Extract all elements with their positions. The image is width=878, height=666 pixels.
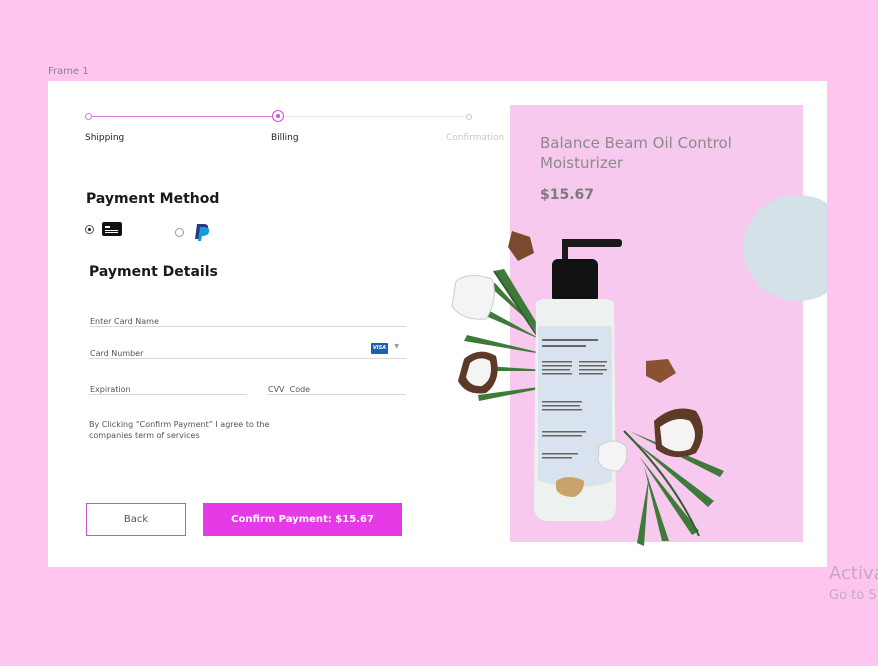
- visa-icon: VISA: [371, 343, 388, 354]
- stepper-track-complete: [88, 116, 278, 117]
- step-label-billing[interactable]: Billing: [271, 133, 299, 143]
- activation-watermark-title: Activa: [829, 563, 878, 584]
- credit-card-icon: [102, 222, 122, 236]
- checkout-card: Shipping Billing Confirmation Payment Me…: [48, 81, 827, 567]
- payment-option-paypal[interactable]: [175, 222, 212, 242]
- expiration-field: [89, 377, 247, 395]
- step-dot-shipping[interactable]: [85, 113, 92, 120]
- card-name-field: [89, 309, 406, 327]
- card-number-input[interactable]: [89, 349, 406, 358]
- activation-watermark-subtitle: Go to S: [829, 588, 877, 603]
- confirm-payment-button[interactable]: Confirm Payment: $15.67: [203, 503, 402, 536]
- paypal-icon: [195, 224, 210, 241]
- product-name: Balance Beam Oil Control Moisturizer: [540, 134, 732, 172]
- cvv-field: [267, 377, 406, 395]
- product-price: $15.67: [540, 187, 595, 203]
- card-number-field: VISA ▼: [89, 341, 406, 359]
- terms-text: By Clicking “Confirm Payment” I agree to…: [89, 420, 270, 440]
- frame-label: Frame 1: [48, 66, 89, 77]
- paypal-radio[interactable]: [175, 227, 184, 237]
- chevron-down-icon[interactable]: ▼: [394, 343, 399, 350]
- step-label-confirmation[interactable]: Confirmation: [446, 133, 504, 143]
- back-button[interactable]: Back: [86, 503, 186, 536]
- checkout-stepper: Shipping Billing Confirmation: [85, 110, 504, 143]
- payment-option-card[interactable]: [85, 222, 122, 236]
- payment-method-title: Payment Method: [86, 191, 220, 207]
- step-dot-confirmation[interactable]: [466, 114, 472, 120]
- payment-details-title: Payment Details: [89, 264, 218, 280]
- product-image: [451, 231, 724, 546]
- stepper-track-pending: [278, 116, 466, 117]
- step-label-shipping[interactable]: Shipping: [85, 133, 124, 143]
- card-name-input[interactable]: [89, 317, 406, 326]
- cvv-input[interactable]: [267, 385, 406, 394]
- expiration-input[interactable]: [89, 385, 247, 394]
- card-radio[interactable]: [85, 224, 94, 234]
- step-dot-billing[interactable]: [272, 110, 284, 122]
